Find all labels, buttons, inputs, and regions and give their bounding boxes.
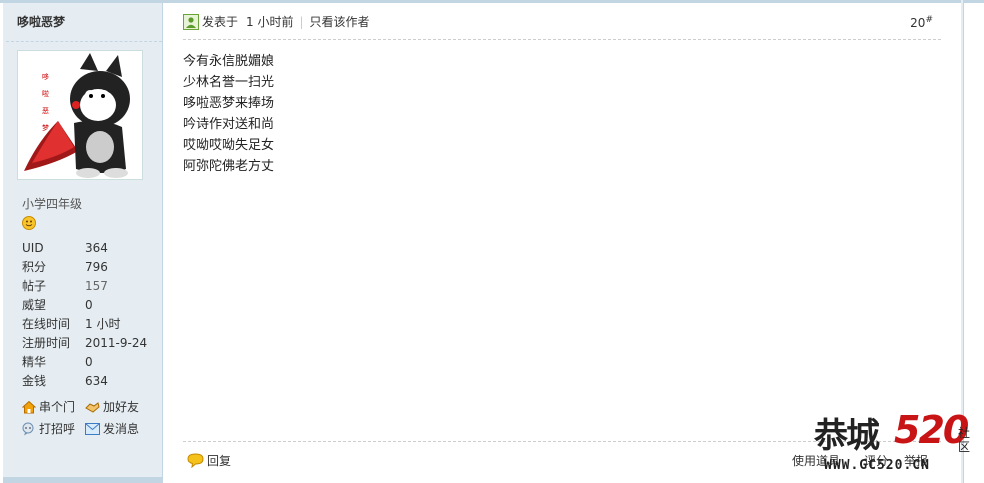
home-icon — [22, 400, 36, 413]
stat-key: 积分 — [22, 260, 47, 274]
post-time: 1 小时前 — [246, 15, 294, 29]
site-watermark: 恭城 520 社区 WWW.GC520.CN — [810, 408, 984, 483]
post-line: 吟诗作对送和尚 — [183, 117, 275, 132]
add-friend-label: 加好友 — [103, 400, 140, 414]
stat-value: 0 — [85, 298, 93, 312]
smiley-icon — [22, 216, 36, 233]
stat-key: 精华 — [22, 355, 47, 369]
stat-value: 634 — [85, 374, 108, 388]
post-header: 发表于 1 小时前 | 只看该作者 — [183, 13, 370, 30]
post-line: 阿弥陀佛老方丈 — [183, 159, 275, 174]
stat-value: 1 小时 — [85, 317, 121, 331]
post-line: 哎呦哎呦失足女 — [183, 138, 275, 153]
user-grade[interactable]: 小学四年级 — [22, 195, 82, 212]
stat-row: 积分 796 — [22, 258, 162, 277]
svg-text:恶: 恶 — [42, 107, 49, 115]
user-stats: UID 364 积分 796 帖子 157 威望 0 在线时间 1 小时 注册时间 2011-9-24… — [22, 239, 162, 391]
message-button[interactable]: 发消息 — [85, 420, 139, 437]
stat-key: 注册时间 — [22, 336, 71, 350]
stat-row: 帖子 157 — [22, 277, 162, 296]
stat-row: 金钱 634 — [22, 372, 162, 391]
post-content: 今有永信脱媚娘 少林名誉一扫光 哆啦恶梦来捧场 吟诗作对送和尚 哎呦哎呦失足女 阿弥陀佛老… — [183, 51, 274, 177]
stat-row: 威望 0 — [22, 296, 162, 315]
greet-label: 打招呼 — [39, 422, 76, 436]
author-name[interactable]: 哆啦恶梦 — [17, 13, 65, 30]
visit-label: 串个门 — [39, 400, 76, 414]
greet-icon — [22, 422, 34, 435]
stat-row: 精华 0 — [22, 353, 162, 372]
svg-text:哆: 哆 — [42, 72, 49, 81]
watermark-logo-num: 520 — [894, 408, 969, 452]
handshake-icon — [85, 401, 100, 413]
header-divider — [183, 39, 941, 40]
reply-button[interactable]: 回复 — [187, 452, 231, 469]
post-line: 哆啦恶梦来捧场 — [183, 96, 275, 111]
stat-key: 帖子 — [22, 279, 47, 293]
stat-key: 威望 — [22, 298, 47, 312]
floor-number[interactable]: 20# — [910, 15, 933, 30]
stat-row: 在线时间 1 小时 — [22, 315, 162, 334]
watermark-url: WWW.GC520.CN — [824, 458, 930, 473]
floor-value: 20 — [910, 16, 926, 30]
stat-value: 2011-9-24 — [85, 336, 148, 350]
stat-value: 796 — [85, 260, 108, 274]
post-line: 少林名誉一扫光 — [183, 75, 275, 90]
visit-button[interactable]: 串个门 — [22, 398, 75, 415]
posted-label: 发表于 — [202, 15, 239, 29]
author-only-link[interactable]: 只看该作者 — [310, 13, 370, 30]
floor-mark: # — [925, 15, 933, 25]
sidebar-bottom-border — [3, 477, 162, 483]
message-label: 发消息 — [103, 422, 140, 436]
stat-row: UID 364 — [22, 239, 162, 258]
stat-key: 金钱 — [22, 374, 47, 388]
envelope-icon — [85, 422, 100, 435]
svg-text:梦: 梦 — [42, 124, 49, 132]
avatar-image: 哆 啦 恶 梦 — [24, 53, 130, 178]
reply-label: 回复 — [207, 454, 232, 468]
add-friend-button[interactable]: 加好友 — [85, 398, 139, 415]
watermark-logo-cn: 恭城 — [814, 416, 880, 456]
stat-row: 注册时间 2011-9-24 — [22, 334, 162, 353]
stat-key: 在线时间 — [22, 317, 71, 331]
greet-button[interactable]: 打招呼 — [22, 420, 75, 437]
stat-value[interactable]: 157 — [85, 277, 108, 296]
avatar[interactable]: 哆 啦 恶 梦 — [17, 50, 143, 180]
post-line: 今有永信脱媚娘 — [183, 54, 275, 69]
watermark-tag: 社区 — [958, 426, 971, 454]
reply-bubble-icon — [187, 453, 204, 468]
stat-value: 0 — [85, 355, 93, 369]
sidebar-divider — [6, 41, 162, 42]
header-separator: | — [299, 14, 304, 29]
stat-key: UID — [22, 241, 44, 255]
svg-text:啦: 啦 — [42, 89, 49, 98]
online-user-icon — [183, 13, 199, 30]
author-sidebar: 哆啦恶梦 哆 啦 恶 梦 小学四年级 UID 364 积分 796 帖子 157… — [3, 3, 163, 483]
stat-value: 364 — [85, 241, 108, 255]
